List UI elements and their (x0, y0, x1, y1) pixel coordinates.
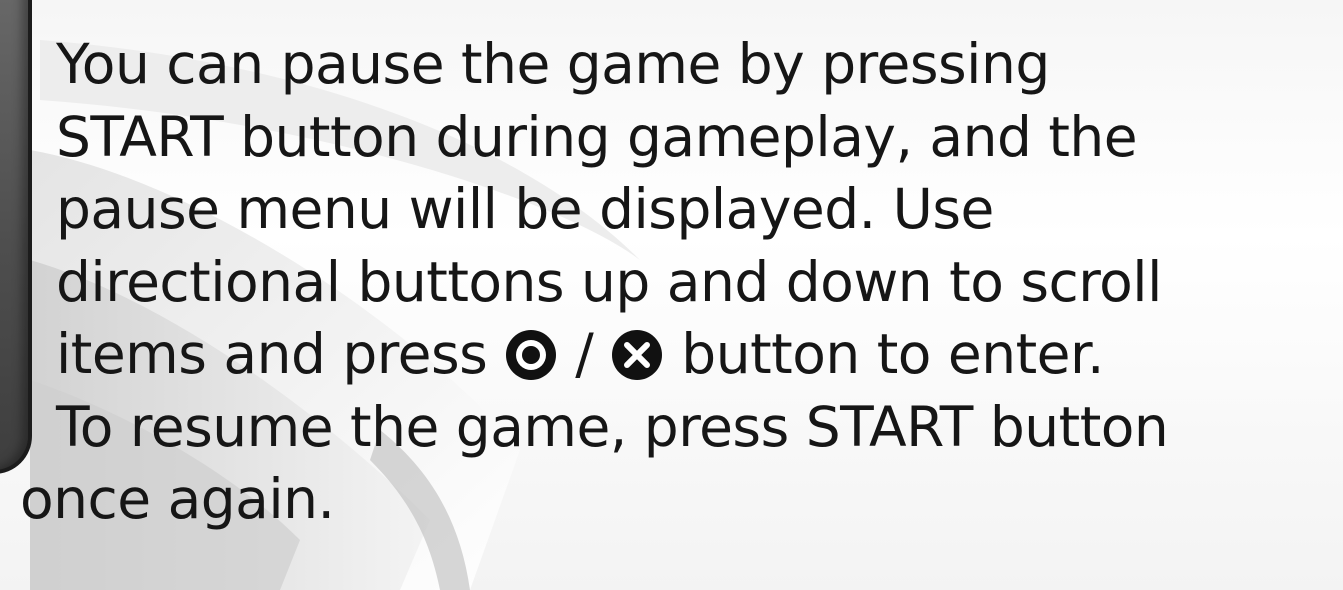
instruction-line: You can pause the game by pressing (56, 32, 1050, 96)
instructions-text: You can pause the game by pressing START… (0, 28, 1343, 536)
instruction-line: pause menu will be displayed. Use (56, 177, 994, 241)
instruction-line-with-icons: items and press / button to enter. (0, 318, 1343, 391)
cross-button-icon (612, 330, 663, 380)
instruction-line: To resume the game, press START button (56, 394, 1169, 459)
instruction-line: once again. (20, 467, 335, 531)
circle-button-icon (506, 330, 557, 380)
instruction-text: items and press (56, 322, 488, 386)
manual-page: You can pause the game by pressing START… (0, 0, 1343, 590)
instruction-text: button to enter. (681, 322, 1105, 386)
instruction-line: directional buttons up and down to scrol… (56, 249, 1162, 314)
instruction-line: START button during gameplay, and the (56, 104, 1138, 169)
separator-text: / (575, 322, 594, 386)
